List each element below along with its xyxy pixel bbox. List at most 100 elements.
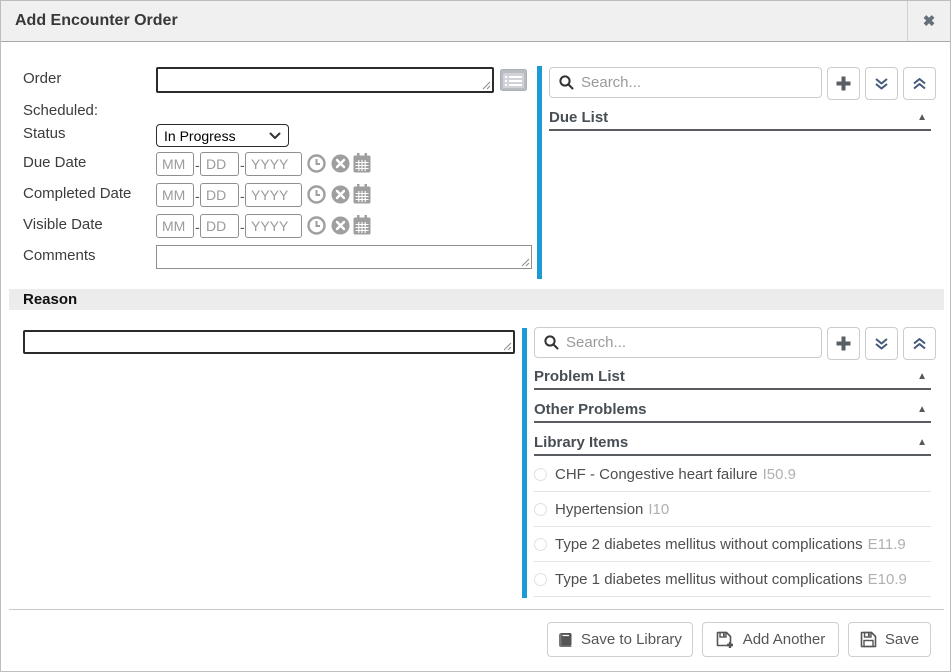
reason-input[interactable] — [23, 330, 515, 354]
library-item[interactable]: Hypertension I10 — [534, 492, 931, 527]
date-separator: - — [240, 219, 245, 235]
library-item[interactable]: Type 1 diabetes mellitus without complic… — [534, 562, 931, 597]
problem-search-box — [534, 327, 822, 358]
due-date-month-input[interactable] — [156, 152, 194, 176]
resize-handle-icon — [503, 342, 512, 351]
order-list-icon[interactable] — [500, 69, 527, 96]
library-item-name: CHF - Congestive heart failure — [555, 466, 758, 483]
dialog-title: Add Encounter Order — [15, 12, 178, 30]
due-date-label: Due Date — [23, 154, 86, 171]
due-date-day-input[interactable] — [200, 152, 239, 176]
date-separator: - — [195, 157, 200, 173]
problem-list-rule — [534, 388, 931, 390]
library-item-code: I10 — [648, 501, 669, 518]
completed-date-calendar-icon[interactable] — [353, 184, 371, 209]
comments-label: Comments — [23, 247, 96, 264]
footer-divider — [9, 609, 944, 610]
comments-input[interactable] — [156, 245, 532, 269]
library-items-section-header[interactable]: Library Items ▲ — [534, 434, 927, 451]
status-select[interactable]: In Progress — [156, 124, 289, 147]
add-another-label: Add Another — [743, 631, 826, 648]
problem-collapse-all-button[interactable] — [903, 327, 936, 360]
collapse-arrow-icon: ▲ — [917, 112, 927, 123]
visible-date-time-icon[interactable] — [307, 216, 326, 240]
library-item[interactable]: Type 2 diabetes mellitus without complic… — [534, 527, 931, 562]
due-date-time-icon[interactable] — [307, 154, 326, 178]
completed-date-time-icon[interactable] — [307, 185, 326, 209]
library-item-code: E11.9 — [868, 536, 906, 553]
problem-add-button[interactable] — [827, 327, 860, 360]
visible-date-day-input[interactable] — [200, 214, 239, 238]
plus-icon — [835, 75, 852, 92]
due-list-title: Due List — [549, 109, 608, 126]
add-encounter-order-dialog: Add Encounter Order ✖ Order Scheduled: S… — [0, 0, 951, 672]
visible-date-year-input[interactable] — [245, 214, 302, 238]
radio-icon[interactable] — [534, 468, 547, 481]
save-button[interactable]: Save — [848, 622, 931, 657]
due-panel-accent-bar — [537, 66, 542, 279]
status-selected-value: In Progress — [164, 128, 269, 144]
close-icon: ✖ — [923, 12, 936, 30]
due-date-year-input[interactable] — [245, 152, 302, 176]
dialog-titlebar: Add Encounter Order — [1, 1, 950, 42]
date-separator: - — [195, 219, 200, 235]
double-chevron-down-icon — [874, 77, 889, 91]
search-icon — [559, 75, 574, 90]
due-date-calendar-icon[interactable] — [353, 153, 371, 178]
double-chevron-down-icon — [874, 337, 889, 351]
date-separator: - — [240, 188, 245, 204]
due-search-input[interactable] — [581, 74, 821, 91]
double-chevron-up-icon — [912, 77, 927, 91]
collapse-arrow-icon: ▲ — [917, 437, 927, 448]
due-list-section-header[interactable]: Due List ▲ — [549, 109, 927, 126]
radio-icon[interactable] — [534, 538, 547, 551]
problem-panel-accent-bar — [522, 328, 527, 598]
problem-expand-all-button[interactable] — [865, 327, 898, 360]
visible-date-label: Visible Date — [23, 216, 103, 233]
chevron-down-icon — [269, 132, 281, 140]
save-to-library-button[interactable]: Save to Library — [547, 622, 693, 657]
radio-icon[interactable] — [534, 573, 547, 586]
completed-date-year-input[interactable] — [245, 183, 302, 207]
resize-handle-icon — [482, 81, 491, 90]
due-date-clear-icon[interactable] — [331, 154, 350, 178]
book-icon — [558, 632, 573, 648]
save-button-label: Save — [885, 631, 919, 648]
other-problems-section-header[interactable]: Other Problems ▲ — [534, 401, 927, 418]
resize-handle-icon — [521, 258, 530, 267]
library-item[interactable]: CHF - Congestive heart failure I50.9 — [534, 457, 931, 492]
due-collapse-all-button[interactable] — [903, 67, 936, 100]
due-search-box — [549, 67, 822, 98]
radio-icon[interactable] — [534, 503, 547, 516]
order-input[interactable] — [156, 67, 494, 93]
library-item-code: E10.9 — [868, 571, 907, 588]
problem-search-input[interactable] — [566, 334, 821, 351]
double-chevron-up-icon — [912, 337, 927, 351]
library-item-name: Type 2 diabetes mellitus without complic… — [555, 536, 863, 553]
other-problems-rule — [534, 421, 931, 423]
completed-date-day-input[interactable] — [200, 183, 239, 207]
problem-list-title: Problem List — [534, 368, 625, 385]
library-item-code: I50.9 — [763, 466, 796, 483]
status-label: Status — [23, 125, 66, 142]
library-item-name: Type 1 diabetes mellitus without complic… — [555, 571, 863, 588]
date-separator: - — [195, 188, 200, 204]
problem-list-section-header[interactable]: Problem List ▲ — [534, 368, 927, 385]
other-problems-title: Other Problems — [534, 401, 647, 418]
visible-date-month-input[interactable] — [156, 214, 194, 238]
add-another-button[interactable]: Add Another — [702, 622, 839, 657]
completed-date-month-input[interactable] — [156, 183, 194, 207]
due-expand-all-button[interactable] — [865, 67, 898, 100]
collapse-arrow-icon: ▲ — [917, 404, 927, 415]
due-add-button[interactable] — [827, 67, 860, 100]
search-icon — [544, 335, 559, 350]
order-label: Order — [23, 70, 61, 87]
library-item-name: Hypertension — [555, 501, 643, 518]
library-items-title: Library Items — [534, 434, 628, 451]
completed-date-clear-icon[interactable] — [331, 185, 350, 209]
visible-date-clear-icon[interactable] — [331, 216, 350, 240]
close-button[interactable]: ✖ — [907, 1, 950, 41]
save-plus-icon — [716, 631, 735, 649]
visible-date-calendar-icon[interactable] — [353, 215, 371, 240]
reason-section-header: Reason — [9, 289, 944, 310]
